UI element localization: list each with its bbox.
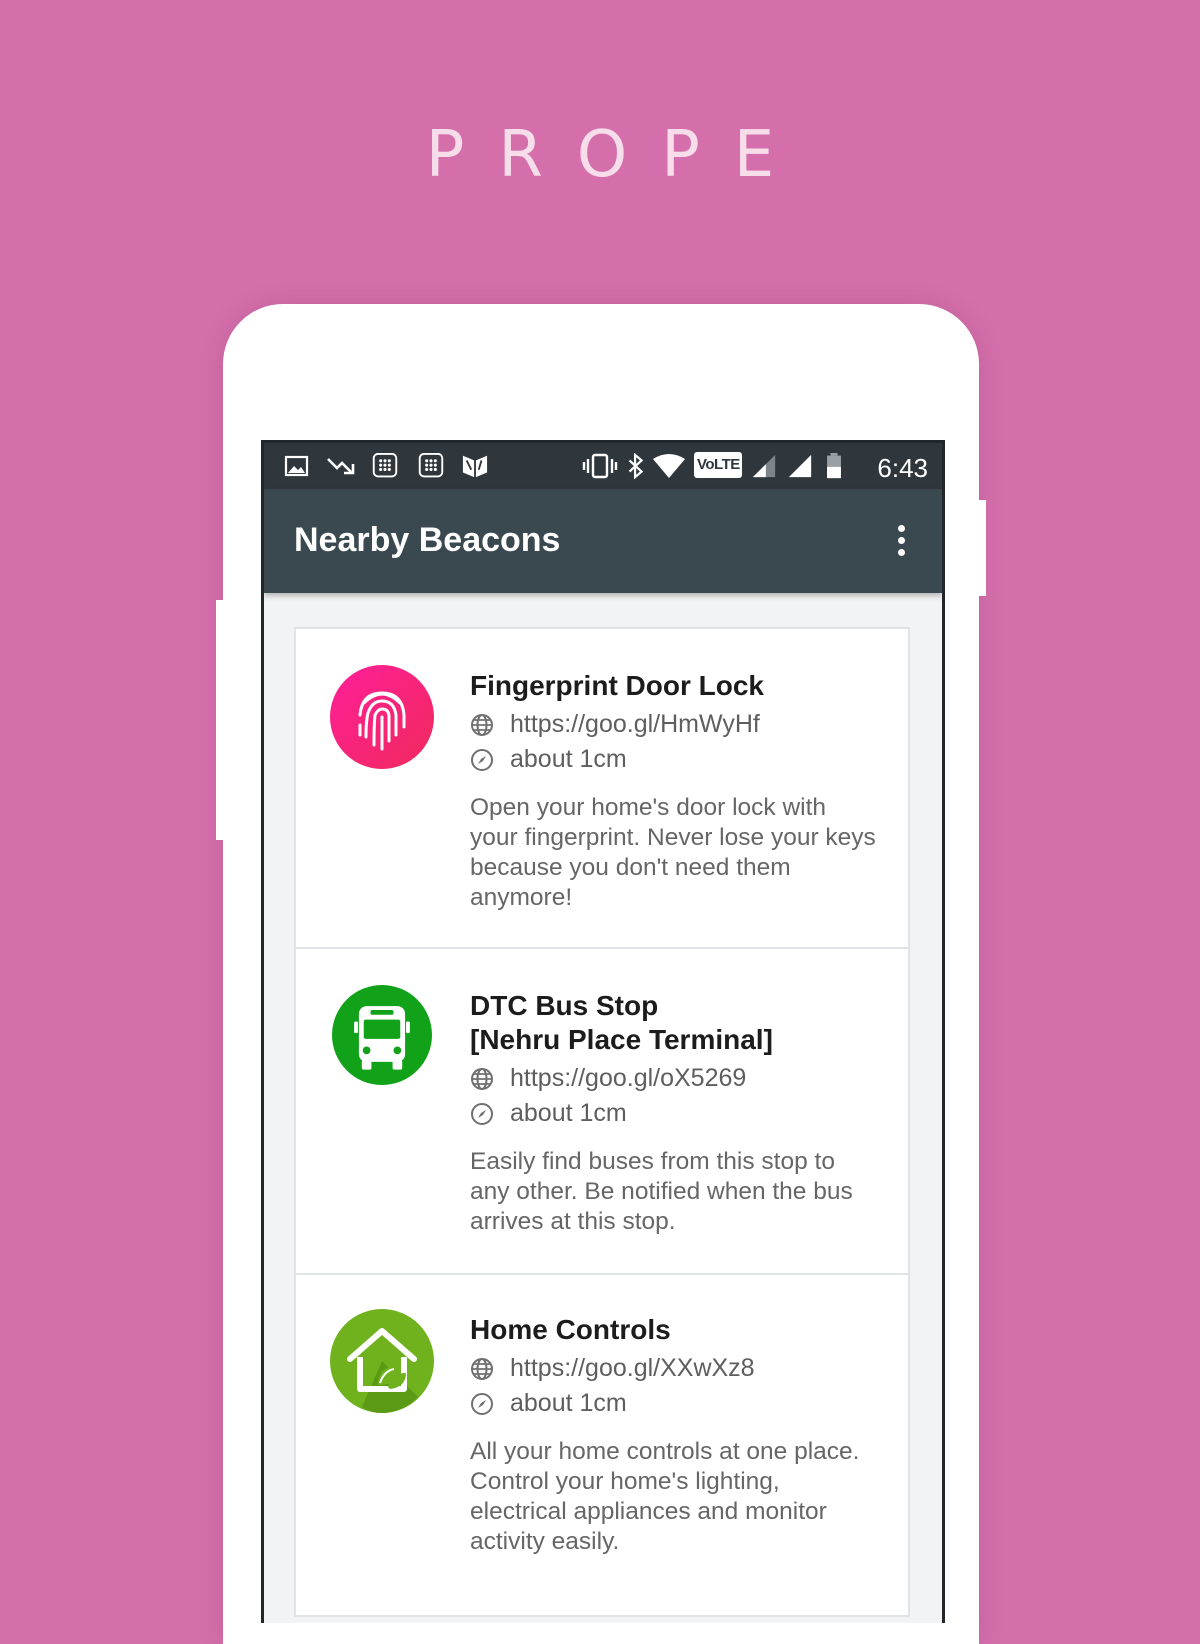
beacon-card-fingerprint[interactable]: Fingerprint Door Lock https://goo.gl/HmW… bbox=[296, 629, 908, 949]
beacon-description: Open your home's door lock with your fin… bbox=[470, 794, 876, 911]
beacon-url: https://goo.gl/HmWyHf bbox=[510, 710, 760, 738]
volte-label: VoLTE bbox=[697, 456, 740, 473]
status-bar: VoLTE 6:43 bbox=[264, 443, 942, 489]
book-icon bbox=[462, 455, 488, 478]
phone-screen: VoLTE 6:43 Nearby Beacons Fingerprint Do… bbox=[261, 440, 945, 1623]
beacon-distance: about 1cm bbox=[510, 745, 627, 773]
volume-button bbox=[216, 600, 226, 840]
bus-icon bbox=[332, 985, 432, 1085]
beacon-card-home-controls[interactable]: Home Controls https://goo.gl/XXwXz8 abou… bbox=[296, 1275, 908, 1615]
more-vert-icon[interactable] bbox=[892, 523, 912, 559]
beacon-distance: about 1cm bbox=[510, 1389, 627, 1417]
compass-icon bbox=[471, 1393, 493, 1415]
app-title: Nearby Beacons bbox=[294, 521, 561, 559]
globe-icon bbox=[471, 1358, 493, 1380]
beacon-distance: about 1cm bbox=[510, 1099, 627, 1127]
beacon-title: DTC Bus Stop [Nehru Place Terminal] bbox=[470, 990, 773, 1055]
beacon-url: https://goo.gl/oX5269 bbox=[510, 1064, 747, 1092]
globe-icon bbox=[471, 1068, 493, 1090]
signal-icon bbox=[752, 454, 776, 478]
battery-icon bbox=[827, 453, 841, 479]
volte-icon: VoLTE bbox=[694, 452, 742, 478]
beacon-distance-row: about 1cm bbox=[470, 742, 878, 777]
beacon-card-bus-stop[interactable]: DTC Bus Stop [Nehru Place Terminal] http… bbox=[296, 949, 908, 1275]
dialpad-icon bbox=[418, 453, 444, 478]
beacon-url-row[interactable]: https://goo.gl/XXwXz8 bbox=[470, 1351, 878, 1386]
beacon-url-row[interactable]: https://goo.gl/HmWyHf bbox=[470, 707, 878, 742]
bluetooth-icon bbox=[628, 453, 644, 479]
vibrate-icon bbox=[582, 453, 618, 479]
brand-title: PROPE bbox=[425, 118, 809, 192]
beacon-list: Fingerprint Door Lock https://goo.gl/HmW… bbox=[294, 627, 910, 1617]
wifi-icon bbox=[653, 454, 685, 478]
compass-icon bbox=[471, 749, 493, 771]
beacon-distance-row: about 1cm bbox=[470, 1386, 878, 1421]
beacon-title: Fingerprint Door Lock bbox=[470, 670, 764, 701]
beacon-title: Home Controls bbox=[470, 1314, 671, 1345]
globe-icon bbox=[471, 714, 493, 736]
beacon-url: https://goo.gl/XXwXz8 bbox=[510, 1354, 755, 1382]
eco-home-icon bbox=[330, 1309, 434, 1413]
status-time: 6:43 bbox=[877, 453, 928, 483]
beacon-url-row[interactable]: https://goo.gl/oX5269 bbox=[470, 1061, 878, 1096]
image-icon bbox=[284, 455, 309, 477]
trending-down-icon bbox=[327, 458, 355, 475]
beacon-distance-row: about 1cm bbox=[470, 1096, 878, 1131]
beacon-description: All your home controls at one place. Con… bbox=[470, 1438, 860, 1555]
compass-icon bbox=[471, 1103, 493, 1125]
beacon-description: Easily find buses from this stop to any … bbox=[470, 1148, 853, 1235]
fingerprint-icon bbox=[330, 665, 434, 769]
power-button bbox=[976, 500, 986, 596]
app-bar: Nearby Beacons bbox=[264, 489, 942, 593]
signal-icon bbox=[788, 454, 812, 478]
dialpad-icon bbox=[372, 453, 398, 478]
